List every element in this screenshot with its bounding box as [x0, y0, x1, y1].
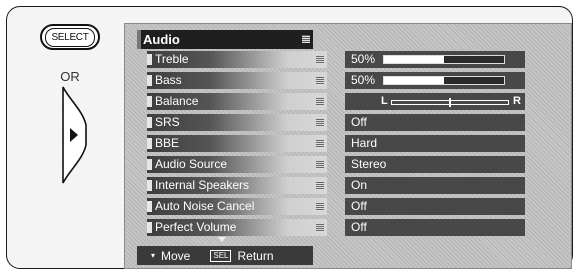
row-end-marker-icon [316, 182, 324, 190]
row-tab-icon [147, 138, 152, 149]
menu-item-balance[interactable]: Balance [147, 93, 327, 110]
menu-item-label: BBE [155, 136, 180, 150]
menu-item-internal-speakers[interactable]: Internal Speakers [147, 177, 327, 194]
scroll-down-icon[interactable] [218, 237, 226, 242]
menu-title-bar: Audio [137, 30, 313, 49]
menu-item-label: Internal Speakers [155, 178, 250, 192]
menu-item-label: Audio Source [155, 157, 228, 171]
instruction-frame: SELECT OR Audio Treble 50% Bass 50% Bala… [6, 6, 573, 269]
dpad-right-icon [62, 86, 87, 184]
menu-item-label: Auto Noise Cancel [155, 199, 255, 213]
menu-item-bbe[interactable]: BBE [147, 135, 327, 152]
treble-value[interactable]: 50% [345, 51, 525, 68]
bbe-value[interactable]: Hard [345, 135, 525, 152]
return-label: Return [237, 248, 274, 263]
row-tab-icon [147, 75, 152, 86]
row-tab-icon [147, 180, 152, 191]
treble-slider-fill [384, 56, 444, 63]
select-button-label: SELECT [45, 27, 95, 47]
menu-item-label: SRS [155, 115, 180, 129]
bass-slider[interactable] [383, 76, 505, 85]
menu-item-auto-noise-cancel[interactable]: Auto Noise Cancel [147, 198, 327, 215]
menu-item-label: Bass [155, 73, 182, 87]
row-tab-icon [147, 201, 152, 212]
menu-item-audio-source[interactable]: Audio Source [147, 156, 327, 173]
auto-noise-cancel-value[interactable]: Off [345, 198, 525, 215]
title-right-marker-icon [302, 35, 310, 43]
menu-item-perfect-volume[interactable]: Perfect Volume [147, 219, 327, 236]
balance-right-label: R [513, 95, 521, 107]
srs-value[interactable]: Off [345, 114, 525, 131]
internal-speakers-value[interactable]: On [345, 177, 525, 194]
bass-slider-fill [384, 77, 444, 84]
menu-title: Audio [143, 32, 180, 47]
select-button[interactable]: SELECT [40, 24, 100, 50]
balance-value[interactable]: L R [345, 93, 525, 110]
row-tab-icon [147, 222, 152, 233]
balance-slider[interactable] [391, 98, 509, 107]
row-end-marker-icon [316, 119, 324, 127]
row-tab-icon [147, 117, 152, 128]
menu-item-label: Balance [155, 94, 199, 108]
treble-slider[interactable] [383, 55, 505, 64]
move-arrows-icon: ▾ [151, 251, 156, 260]
treble-value-text: 50% [351, 52, 376, 66]
menu-item-label: Treble [155, 52, 189, 66]
osd-screen: Audio Treble 50% Bass 50% Balance L R SR… [124, 23, 572, 269]
row-end-marker-icon [316, 224, 324, 232]
row-end-marker-icon [316, 98, 324, 106]
dpad-right-button[interactable] [59, 85, 89, 185]
row-end-marker-icon [316, 56, 324, 64]
title-left-marker-icon [137, 30, 141, 49]
row-end-marker-icon [316, 77, 324, 85]
sel-key-icon: SEL [210, 249, 232, 262]
perfect-volume-value[interactable]: Off [345, 219, 525, 236]
menu-item-bass[interactable]: Bass [147, 72, 327, 89]
bass-value[interactable]: 50% [345, 72, 525, 89]
or-text: OR [60, 69, 80, 84]
balance-left-label: L [381, 95, 388, 107]
balance-indicator [449, 98, 451, 107]
menu-item-srs[interactable]: SRS [147, 114, 327, 131]
menu-item-label: Perfect Volume [155, 220, 237, 234]
audio-source-value[interactable]: Stereo [345, 156, 525, 173]
move-label: Move [161, 248, 191, 263]
row-tab-icon [147, 159, 152, 170]
menu-item-treble[interactable]: Treble [147, 51, 327, 68]
bass-value-text: 50% [351, 73, 376, 87]
footer-bar: ▾ Move SEL Return [137, 246, 313, 265]
row-end-marker-icon [316, 161, 324, 169]
row-end-marker-icon [316, 140, 324, 148]
row-end-marker-icon [316, 203, 324, 211]
row-tab-icon [147, 54, 152, 65]
row-tab-icon [147, 96, 152, 107]
